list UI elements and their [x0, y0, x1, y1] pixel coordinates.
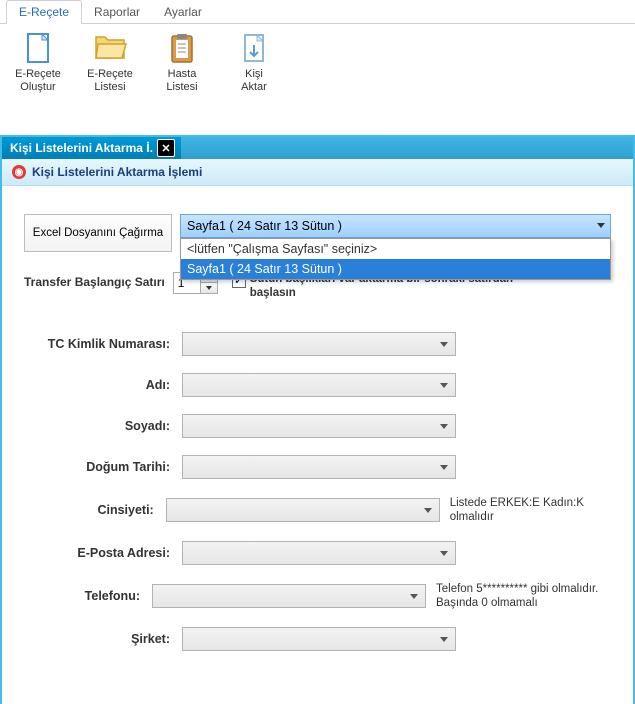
field-label: Soyadı:: [24, 419, 182, 433]
menu-tab-ayarlar[interactable]: Ayarlar: [152, 1, 214, 23]
field-label: Telefonu:: [24, 589, 152, 603]
field-label: Şirket:: [24, 632, 182, 646]
field-label: Cinsiyeti:: [24, 503, 166, 517]
field-select-tckimlik[interactable]: [182, 332, 456, 356]
inner-titlebar: Kişi Listelerini Aktarma İ. ✕: [2, 137, 633, 159]
sheet-option-sayfa1[interactable]: Sayfa1 ( 24 Satır 13 Sütun ): [181, 259, 610, 279]
close-icon[interactable]: ✕: [157, 139, 175, 157]
sheet-option-placeholder[interactable]: <lütfen "Çalışma Sayfası" seçiniz>: [181, 239, 610, 259]
field-select-soyadi[interactable]: [182, 414, 456, 438]
ribbon-label: E-Reçete Listesi: [82, 68, 138, 94]
ribbon-label: E-Reçete Oluştur: [10, 68, 66, 94]
field-hint-telefon: Telefon 5********** gibi olmalıdır. Başı…: [436, 582, 611, 610]
ribbon-kisi-aktar[interactable]: Kişi Aktar: [226, 30, 282, 94]
field-select-cinsiyet[interactable]: [166, 498, 440, 522]
field-row-cinsiyet: Cinsiyeti: Listede ERKEK:E Kadın:K olmal…: [24, 496, 611, 524]
ribbon-label: Hasta Listesi: [154, 68, 210, 94]
ribbon: E-Reçete Oluştur E-Reçete Listesi Hasta …: [0, 24, 635, 98]
ribbon-label: Kişi Aktar: [226, 68, 282, 94]
sheet-row: Excel Dosyanını Çağırma Sayfa1 ( 24 Satı…: [24, 214, 611, 252]
transfer-start-label: Transfer Başlangıç Satırı: [24, 272, 165, 289]
field-select-adi[interactable]: [182, 373, 456, 397]
clipboard-icon: [164, 30, 200, 66]
target-icon: ◉: [12, 165, 26, 179]
field-mappings: TC Kimlik Numarası: Adı: Soyadı:: [24, 332, 611, 651]
menu-tabs: E-Reçete Raporlar Ayarlar: [0, 0, 635, 24]
spinner-down[interactable]: [201, 283, 217, 293]
field-label: Doğum Tarihi:: [24, 460, 182, 474]
field-row-eposta: E-Posta Adresi:: [24, 541, 611, 565]
menu-tab-raporlar[interactable]: Raporlar: [82, 1, 152, 23]
menu-tab-erecete[interactable]: E-Reçete: [6, 0, 82, 24]
field-select-eposta[interactable]: [182, 541, 456, 565]
field-select-telefon[interactable]: [152, 584, 426, 608]
subheader-text: Kişi Listelerini Aktarma İşlemi: [32, 165, 202, 179]
import-doc-icon: [236, 30, 272, 66]
field-label: Adı:: [24, 378, 182, 392]
inner-title-tab: Kişi Listelerini Aktarma İ. ✕: [2, 137, 181, 159]
ribbon-erecete-olustur[interactable]: E-Reçete Oluştur: [10, 30, 66, 94]
folder-icon: [92, 30, 128, 66]
sheet-select[interactable]: Sayfa1 ( 24 Satır 13 Sütun ): [180, 214, 611, 238]
field-row-telefon: Telefonu: Telefon 5********** gibi olmal…: [24, 582, 611, 610]
field-hint-cinsiyet: Listede ERKEK:E Kadın:K olmalıdır: [450, 496, 611, 524]
field-row-adi: Adı:: [24, 373, 611, 397]
ribbon-erecete-listesi[interactable]: E-Reçete Listesi: [82, 30, 138, 94]
field-select-dogum[interactable]: [182, 455, 456, 479]
inner-window: Kişi Listelerini Aktarma İ. ✕ ◉ Kişi Lis…: [0, 135, 635, 704]
call-excel-button[interactable]: Excel Dosyanını Çağırma: [24, 214, 172, 252]
sheet-dropdown: <lütfen "Çalışma Sayfası" seçiniz> Sayfa…: [180, 238, 611, 280]
field-row-tckimlik: TC Kimlik Numarası:: [24, 332, 611, 356]
sheet-select-wrap: Sayfa1 ( 24 Satır 13 Sütun ) <lütfen "Ça…: [180, 214, 611, 238]
field-label: E-Posta Adresi:: [24, 546, 182, 560]
field-label: TC Kimlik Numarası:: [24, 337, 182, 351]
field-select-sirket[interactable]: [182, 627, 456, 651]
chevron-down-icon: [206, 286, 212, 290]
subheader: ◉ Kişi Listelerini Aktarma İşlemi: [2, 159, 633, 186]
inner-title-text: Kişi Listelerini Aktarma İ.: [10, 141, 153, 155]
new-doc-icon: [20, 30, 56, 66]
field-row-dogum: Doğum Tarihi:: [24, 455, 611, 479]
ribbon-hasta-listesi[interactable]: Hasta Listesi: [154, 30, 210, 94]
content-area: Excel Dosyanını Çağırma Sayfa1 ( 24 Satı…: [2, 186, 633, 651]
field-row-sirket: Şirket:: [24, 627, 611, 651]
field-row-soyadi: Soyadı:: [24, 414, 611, 438]
